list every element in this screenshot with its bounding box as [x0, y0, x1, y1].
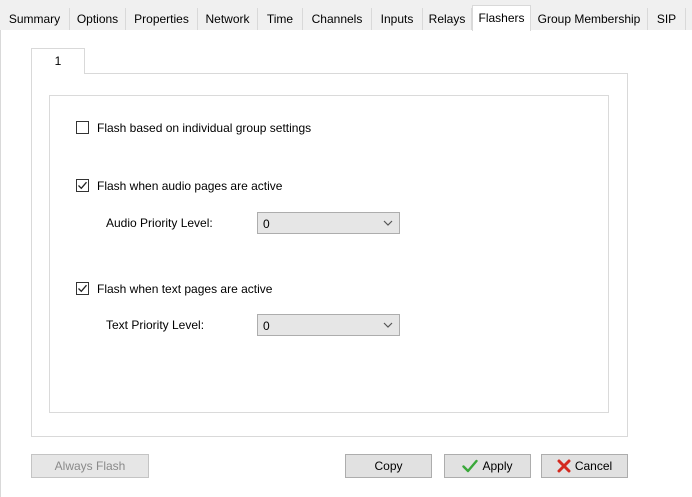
- tab-time[interactable]: Time: [258, 8, 303, 30]
- tab-network[interactable]: Network: [198, 8, 258, 30]
- cancel-button[interactable]: Cancel: [541, 454, 628, 478]
- text-pages-checkbox[interactable]: [76, 282, 89, 295]
- always-flash-label: Always Flash: [54, 459, 126, 473]
- text-priority-value: 0: [263, 319, 270, 333]
- tab-summary[interactable]: Summary: [0, 8, 70, 30]
- checkmark-icon: [78, 284, 87, 293]
- checkmark-icon: [78, 181, 87, 190]
- text-priority-select[interactable]: 0: [257, 314, 400, 336]
- apply-label: Apply: [482, 459, 513, 473]
- cancel-label: Cancel: [574, 459, 613, 473]
- tab-relays[interactable]: Relays: [423, 8, 472, 30]
- text-pages-label[interactable]: Flash when text pages are active: [97, 281, 272, 297]
- subtab-1[interactable]: 1: [31, 48, 85, 74]
- chevron-down-icon: [383, 322, 393, 328]
- red-x-icon: [557, 459, 571, 473]
- copy-button[interactable]: Copy: [345, 454, 432, 478]
- audio-priority-select[interactable]: 0: [257, 212, 400, 234]
- flasher-settings-group: [49, 95, 609, 413]
- tab-channels[interactable]: Channels: [303, 8, 372, 30]
- text-priority-label: Text Priority Level:: [106, 318, 205, 332]
- copy-label: Copy: [374, 459, 403, 473]
- audio-priority-label: Audio Priority Level:: [106, 216, 213, 230]
- tab-flashers[interactable]: Flashers: [472, 5, 531, 31]
- tab-properties[interactable]: Properties: [126, 8, 198, 30]
- always-flash-button[interactable]: Always Flash: [31, 454, 149, 478]
- individual-group-label[interactable]: Flash based on individual group settings: [97, 120, 311, 136]
- audio-pages-checkbox[interactable]: [76, 179, 89, 192]
- chevron-down-icon: [383, 220, 393, 226]
- individual-group-checkbox[interactable]: [76, 121, 89, 134]
- tab-options[interactable]: Options: [70, 8, 126, 30]
- tab-sip[interactable]: SIP: [648, 8, 686, 30]
- tab-group-membership[interactable]: Group Membership: [531, 8, 648, 30]
- checkmark-icon: [462, 459, 479, 473]
- audio-priority-value: 0: [263, 217, 270, 231]
- tab-strip: Summary Options Properties Network Time …: [0, 0, 692, 31]
- apply-button[interactable]: Apply: [444, 454, 531, 478]
- tab-inputs[interactable]: Inputs: [372, 8, 423, 30]
- audio-pages-label[interactable]: Flash when audio pages are active: [97, 178, 282, 194]
